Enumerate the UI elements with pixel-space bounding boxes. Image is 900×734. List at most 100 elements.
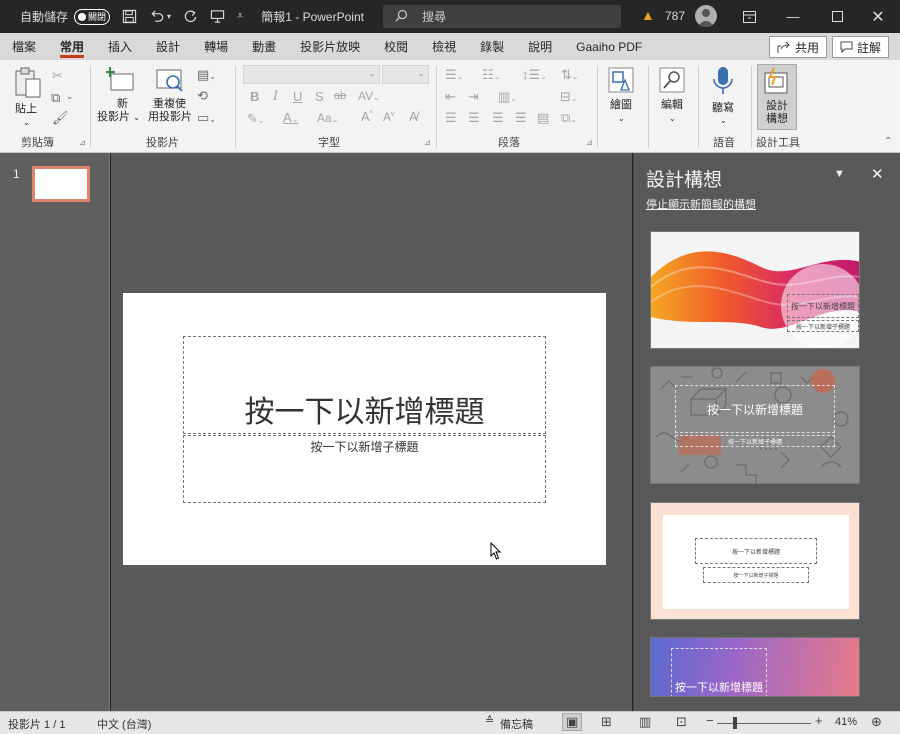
tab-7[interactable]: 校閱 — [372, 33, 420, 60]
tab-10[interactable]: 說明 — [516, 33, 564, 60]
autosave-label: 自動儲存 — [20, 10, 69, 24]
align-center-icon[interactable]: ☰ — [468, 110, 480, 126]
columns-icon[interactable]: ▥⌄ — [498, 89, 517, 105]
title-placeholder[interactable]: 按一下以新增標題 — [183, 336, 546, 434]
shrink-font-label: A — [383, 110, 392, 124]
tab-6[interactable]: 投影片放映 — [288, 33, 372, 60]
zoom-slider-track[interactable] — [717, 723, 811, 724]
reuse-slides-button[interactable]: 重複使 用投影片 — [147, 66, 193, 130]
zoom-level[interactable]: 41% — [835, 716, 857, 728]
layout-icon[interactable]: ▤⌄ — [197, 67, 216, 83]
design-idea-3[interactable]: 按一下以新增標題 按一下以新增子標題 — [650, 502, 860, 620]
normal-view-icon[interactable]: ▣ — [562, 713, 583, 731]
tab-2[interactable]: 插入 — [96, 33, 144, 60]
clipboard-launcher-icon[interactable]: ⊿ — [79, 138, 86, 147]
bullets-icon[interactable]: ☰⌄ — [445, 67, 463, 83]
group-separator — [90, 66, 91, 148]
decrease-indent-icon[interactable]: ⇤ — [445, 89, 456, 105]
tab-4[interactable]: 轉場 — [192, 33, 240, 60]
save-icon[interactable] — [122, 9, 137, 24]
fit-to-window-icon[interactable]: ⊕ — [871, 714, 882, 730]
present-from-start-icon[interactable] — [210, 9, 225, 24]
maximize-button[interactable] — [815, 0, 859, 33]
line-spacing-icon[interactable]: ↕☰⌄ — [522, 67, 547, 83]
account-avatar[interactable] — [695, 5, 717, 27]
paragraph-launcher-icon[interactable]: ⊿ — [586, 138, 593, 147]
autosave-toggle[interactable]: 關閉 — [74, 8, 111, 25]
align-text-icon[interactable]: ⊟⌄ — [560, 89, 578, 105]
dictate-button[interactable]: 聽寫 ⌄ — [706, 66, 742, 128]
undo-icon[interactable]: ▾ — [149, 9, 171, 24]
cut-icon[interactable]: ✂ — [52, 68, 63, 84]
copy-dropdown-icon[interactable]: ⌄ — [66, 91, 74, 102]
zoom-out-icon[interactable]: − — [706, 713, 714, 728]
bold-icon[interactable]: B — [250, 89, 259, 104]
highlight-color-icon[interactable]: ✎⌄ — [247, 111, 265, 127]
tab-1[interactable]: 常用 — [48, 33, 96, 60]
tab-5[interactable]: 動畫 — [240, 33, 288, 60]
zoom-in-icon[interactable]: + — [815, 713, 823, 728]
strikethrough-icon[interactable]: ab — [334, 90, 346, 102]
notes-button[interactable]: 備忘稿 — [500, 716, 533, 732]
customize-toolbar-icon[interactable]: ⩡ — [237, 10, 243, 23]
warning-icon[interactable]: ▲ — [641, 7, 655, 23]
language-status[interactable]: 中文 (台灣) — [97, 716, 151, 732]
align-left-icon[interactable]: ☰ — [445, 110, 457, 126]
tab-9[interactable]: 錄製 — [468, 33, 516, 60]
format-painter-icon[interactable]: 🖌 — [52, 110, 69, 126]
shrink-font-icon[interactable]: Av — [383, 110, 395, 124]
collapse-ribbon-icon[interactable]: ⌃ — [884, 136, 892, 147]
smartart-icon[interactable]: ⧉⌄ — [561, 110, 577, 126]
increase-indent-icon[interactable]: ⇥ — [468, 89, 479, 105]
copy-icon[interactable]: ⧉ — [51, 90, 60, 106]
design-ideas-button[interactable]: 設計 構想 — [757, 64, 797, 130]
undo-dropdown-icon[interactable]: ▾ — [167, 12, 171, 21]
justify-icon[interactable]: ☰ — [515, 110, 527, 126]
text-shadow-icon[interactable]: S — [315, 89, 324, 104]
character-spacing-icon[interactable]: AV⌄ — [358, 89, 380, 103]
close-window-button[interactable]: ✕ — [856, 0, 900, 33]
text-direction-icon[interactable]: ⇅⌄ — [561, 67, 579, 83]
editing-button[interactable]: 編輯 ⌄ — [655, 66, 691, 128]
subtitle-placeholder[interactable]: 按一下以新增子標題 — [183, 435, 546, 503]
paste-button[interactable]: 貼上 ⌄ — [13, 66, 45, 127]
redo-icon[interactable] — [183, 9, 198, 24]
tab-0[interactable]: 檔案 — [0, 33, 48, 60]
font-size-dropdown[interactable]: ⌄ — [382, 65, 429, 84]
stop-showing-ideas-link[interactable]: 停止顯示新簡報的構想 — [646, 196, 756, 212]
grow-font-icon[interactable]: A^ — [361, 109, 373, 124]
new-slide-button[interactable]: 新 投影片 ⌄ — [97, 66, 145, 130]
align-right-icon[interactable]: ☰ — [492, 110, 504, 126]
minimize-button[interactable]: — — [771, 0, 815, 33]
numbering-icon[interactable]: ☷⌄ — [482, 67, 500, 83]
tab-11[interactable]: Gaaiho PDF — [564, 33, 654, 60]
font-family-dropdown[interactable]: ⌄ — [243, 65, 380, 84]
slide-thumbnail[interactable] — [32, 166, 90, 202]
slide-sorter-icon[interactable]: ⊞ — [601, 714, 612, 730]
reset-icon[interactable]: ⟲ — [197, 88, 208, 104]
zoom-slider-thumb[interactable] — [733, 717, 737, 729]
design-idea-4[interactable]: 按一下以新增標題 — [650, 637, 860, 697]
close-pane-icon[interactable]: ✕ — [871, 165, 884, 183]
section-icon[interactable]: ▭⌄ — [197, 110, 216, 126]
slideshow-icon[interactable]: ⊡ — [676, 714, 687, 730]
design-idea-2[interactable]: 按一下以新增標題 按一下以新增子標題 — [650, 366, 860, 484]
font-launcher-icon[interactable]: ⊿ — [424, 138, 431, 147]
clear-formatting-icon[interactable]: A̸ — [409, 109, 418, 124]
design-idea-1[interactable]: 按一下以新增標題 按一下以新增子標題 — [650, 231, 860, 349]
font-color-icon[interactable]: A⌄ — [283, 110, 298, 125]
tab-8[interactable]: 檢視 — [420, 33, 468, 60]
share-button[interactable]: 共用 — [769, 36, 828, 58]
ribbon-display-options-button[interactable] — [727, 0, 771, 33]
slide-canvas[interactable]: 按一下以新增標題 按一下以新增子標題 — [123, 293, 606, 565]
search-box[interactable]: 搜尋 — [383, 5, 621, 28]
italic-icon[interactable]: I — [273, 89, 278, 104]
change-case-icon[interactable]: Aa⌄ — [317, 111, 338, 125]
pane-options-icon[interactable]: ▼ — [834, 168, 845, 180]
comments-button[interactable]: 註解 — [832, 36, 890, 58]
underline-icon[interactable]: U — [293, 89, 302, 104]
distributed-icon[interactable]: ▤ — [537, 110, 549, 126]
tab-3[interactable]: 設計 — [144, 33, 192, 60]
drawing-button[interactable]: 繪圖 ⌄ — [604, 66, 640, 128]
reading-view-icon[interactable]: ▥ — [639, 714, 651, 730]
